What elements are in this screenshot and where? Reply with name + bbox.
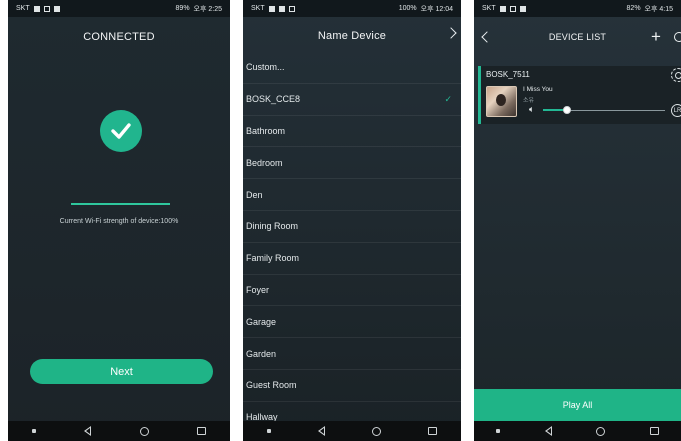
- clock: 오후 2:25: [193, 5, 222, 13]
- back-nav-icon[interactable]: [544, 426, 552, 436]
- next-button[interactable]: Next: [30, 359, 213, 384]
- name-device-screen: SKT 100% 오후 12:04 Name Device Custom... B…: [243, 0, 461, 441]
- list-item[interactable]: Den: [243, 179, 461, 211]
- carrier-label: SKT: [482, 5, 496, 12]
- clock: 오후 12:04: [420, 5, 453, 13]
- back-nav-icon[interactable]: [317, 426, 325, 436]
- notification-icon: [288, 5, 295, 12]
- carrier-label: SKT: [251, 5, 265, 12]
- device-name: BOSK_7511: [486, 70, 530, 79]
- home-nav-icon[interactable]: [139, 426, 149, 436]
- recents-nav-icon[interactable]: [196, 427, 206, 435]
- list-item[interactable]: Bathroom: [243, 116, 461, 148]
- list-item[interactable]: Bedroom: [243, 147, 461, 180]
- status-bar: SKT 100% 오후 12:04: [243, 0, 461, 17]
- notification-icon: [53, 5, 60, 12]
- notification-icon: [499, 5, 506, 12]
- notification-icon: [509, 5, 516, 12]
- add-device-button[interactable]: +: [651, 28, 661, 45]
- page-title: Name Device: [317, 30, 387, 42]
- nav-dot-icon: [32, 429, 37, 433]
- device-name-list: Custom... BOSK_CCE8 ✓ Bathroom Bedroom Den Din…: [243, 52, 461, 434]
- nav-dot-icon: [266, 429, 271, 433]
- list-item[interactable]: Family Room: [243, 243, 461, 275]
- android-nav-bar: [243, 421, 461, 441]
- list-item[interactable]: Custom...: [243, 52, 461, 84]
- clock: 오후 4:15: [644, 5, 673, 13]
- lr-stereo-button[interactable]: LR: [671, 104, 681, 117]
- device-list-screen: SKT 82% 오후 4:15 DEVICE LIST + BOSK_7511 …: [474, 0, 681, 441]
- notification-icon: [43, 5, 50, 12]
- refresh-icon[interactable]: [674, 32, 681, 42]
- list-item-label: Guest Room: [246, 380, 297, 391]
- battery-level: 89%: [175, 5, 190, 12]
- album-art: [486, 86, 517, 117]
- status-bar: SKT 89% 오후 2:25: [8, 0, 230, 17]
- notification-icon: [278, 5, 285, 12]
- page-title: CONNECTED: [83, 31, 155, 43]
- list-item[interactable]: Garden: [243, 338, 461, 370]
- android-nav-bar: [474, 421, 681, 441]
- checkmark-circle-icon: [100, 110, 142, 152]
- speaker-icon[interactable]: 🔈︎: [529, 104, 534, 115]
- list-item[interactable]: Foyer: [243, 275, 461, 307]
- list-item-label: Garden: [246, 348, 277, 359]
- checkmark-icon: ✓: [444, 93, 452, 104]
- wifi-strength-bar: [71, 203, 170, 205]
- home-nav-icon[interactable]: [372, 426, 382, 436]
- list-item-label: Dining Room: [246, 221, 299, 232]
- artist-name: 소유: [523, 98, 535, 104]
- recents-nav-icon[interactable]: [649, 427, 659, 435]
- list-item-label: Custom...: [246, 62, 285, 73]
- list-item-label: BOSK_CCE8: [246, 94, 301, 105]
- connected-screen: SKT 89% 오후 2:25 CONNECTED Current Wi-Fi …: [8, 0, 230, 441]
- wifi-strength-text: Current Wi-Fi strength of device:100%: [59, 218, 179, 225]
- list-item[interactable]: Garage: [243, 306, 461, 339]
- list-item-label: Bathroom: [246, 125, 286, 136]
- carrier-label: SKT: [16, 5, 30, 12]
- notification-icon: [268, 5, 275, 12]
- battery-level: 82%: [626, 5, 641, 12]
- android-nav-bar: [8, 421, 230, 441]
- song-title: I Miss You: [523, 86, 553, 93]
- volume-slider-handle[interactable]: [563, 106, 571, 114]
- list-item-label: Garage: [246, 316, 277, 327]
- recents-nav-icon[interactable]: [428, 427, 438, 435]
- list-item-label: Family Room: [246, 253, 300, 264]
- list-item-label: Foyer: [246, 284, 270, 295]
- list-item[interactable]: Dining Room: [243, 211, 461, 243]
- list-item-label: Bedroom: [246, 157, 283, 168]
- list-item[interactable]: Guest Room: [243, 370, 461, 402]
- notification-icon: [519, 5, 526, 12]
- gear-icon[interactable]: [671, 68, 681, 82]
- page-title: DEVICE LIST: [548, 32, 607, 42]
- home-nav-icon[interactable]: [596, 426, 606, 436]
- device-card[interactable]: BOSK_7511 I Miss You 소유 🔈︎ LR: [478, 66, 681, 124]
- status-bar: SKT 82% 오후 4:15: [474, 0, 681, 17]
- battery-level: 100%: [398, 5, 417, 12]
- list-item[interactable]: BOSK_CCE8 ✓: [243, 84, 461, 116]
- play-all-button[interactable]: Play All: [474, 389, 681, 421]
- list-item-label: Den: [246, 189, 263, 200]
- nav-dot-icon: [496, 429, 501, 433]
- notification-icon: [33, 5, 40, 12]
- back-nav-icon[interactable]: [84, 426, 92, 436]
